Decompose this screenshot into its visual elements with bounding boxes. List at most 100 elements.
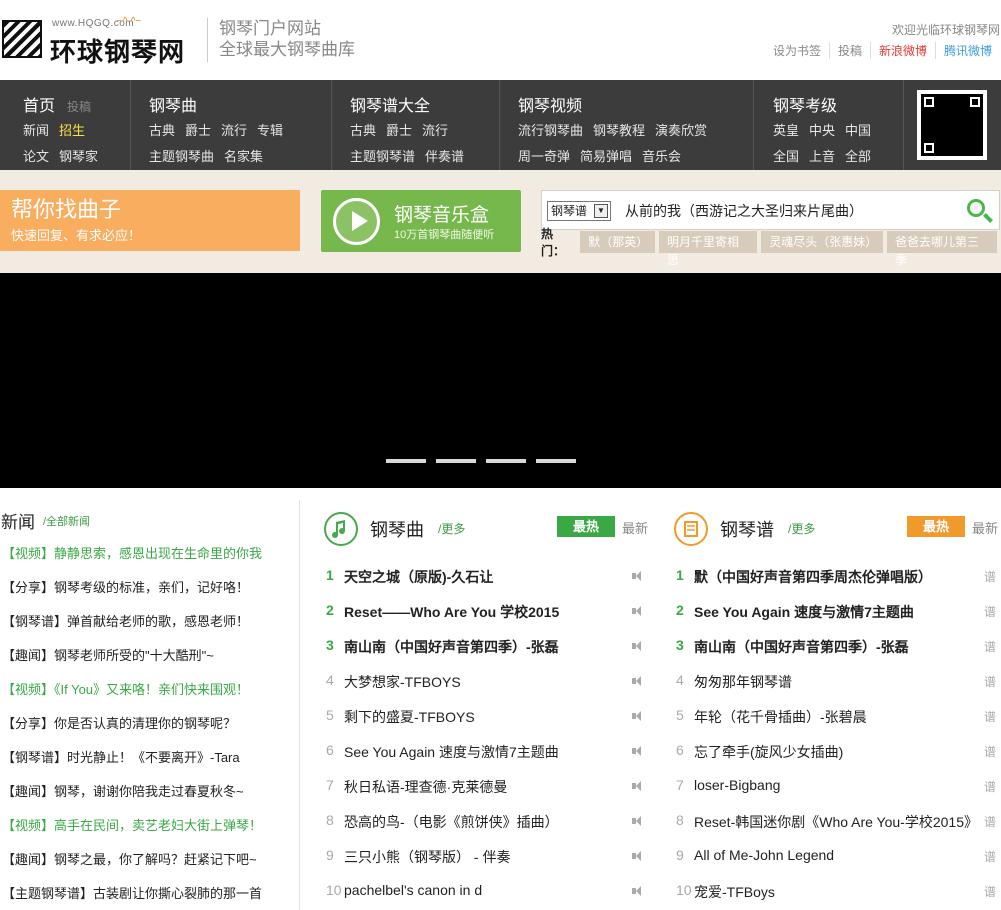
speaker-icon[interactable] [632, 606, 644, 616]
bookmark-link[interactable]: 设为书签 [765, 42, 829, 59]
list-item[interactable]: 9 三只小熊（钢琴版） - 伴奏 [324, 847, 654, 867]
item-title[interactable]: 天空之城（原版)-久石让 [344, 567, 493, 587]
speaker-icon[interactable] [632, 676, 644, 686]
item-title[interactable]: See You Again 速度与激情7主题曲 [344, 742, 559, 762]
list-item[interactable]: 1 天空之城（原版)-久石让 [324, 567, 654, 587]
nav-enroll[interactable]: 招生 [59, 123, 85, 138]
item-title[interactable]: 宠爱-TFBoys [694, 882, 775, 902]
nav-qu-title[interactable]: 钢琴曲 [149, 92, 330, 115]
piano-music-more-link[interactable]: /更多 [438, 520, 465, 537]
list-item[interactable]: 2 Reset——Who Are You 学校2015 [324, 602, 654, 622]
speaker-icon[interactable] [632, 746, 644, 756]
nav-pu-pop[interactable]: 流行 [422, 123, 448, 138]
item-title[interactable]: 南山南（中国好声音第四季）-张磊 [344, 637, 559, 657]
list-item[interactable]: 4 大梦想家-TFBOYS [324, 672, 654, 692]
site-logo[interactable]: www.HQGQ.com ~^-^~ 环球钢琴网 [0, 14, 200, 67]
news-item[interactable]: 【视频】静静思索，感恩出现在生命里的你我 [2, 543, 262, 562]
nav-pu-classic[interactable]: 古典 [350, 123, 376, 138]
item-title[interactable]: All of Me-John Legend [694, 847, 834, 863]
nav-home[interactable]: 首页 [23, 98, 55, 115]
nav-pu-title[interactable]: 钢琴谱大全 [350, 92, 498, 115]
nav-video-tutorial[interactable]: 钢琴教程 [593, 123, 645, 138]
nav-submit[interactable]: 投稿 [67, 100, 91, 114]
nav-qu-jazz[interactable]: 爵士 [185, 123, 211, 138]
item-title[interactable]: pachelbel's canon in d [344, 882, 482, 898]
list-item[interactable]: 3 南山南（中国好声音第四季）-张磊 谱 [674, 637, 1000, 657]
speaker-icon[interactable] [632, 781, 644, 791]
item-title[interactable]: Reset-韩国迷你剧《Who Are You-学校2015》 [694, 812, 978, 832]
list-item[interactable]: 10 pachelbel's canon in d [324, 882, 654, 902]
tab-newest[interactable]: 最新 [972, 518, 998, 537]
speaker-icon[interactable] [632, 816, 644, 826]
nav-qu-masters[interactable]: 名家集 [224, 149, 263, 164]
search-input[interactable]: 从前的我（西游记之大圣归来片尾曲） [625, 201, 863, 221]
nav-pianists[interactable]: 钢琴家 [59, 149, 98, 164]
speaker-icon[interactable] [632, 851, 644, 861]
list-item[interactable]: 1 默（中国好声音第四季周杰伦弹唱版） 谱 [674, 567, 1000, 587]
list-item[interactable]: 6 See You Again 速度与激情7主题曲 [324, 742, 654, 762]
nav-video-easy[interactable]: 简易弹唱 [580, 149, 632, 164]
nav-qu-album[interactable]: 专辑 [257, 123, 283, 138]
list-item[interactable]: 2 See You Again 速度与激情7主题曲 谱 [674, 602, 1000, 622]
tab-hottest[interactable]: 最热 [907, 516, 965, 537]
music-box-button[interactable]: 钢琴音乐盒 10万首钢琴曲随便听 [321, 190, 521, 252]
item-title[interactable]: 大梦想家-TFBOYS [344, 672, 461, 692]
slide-indicator[interactable] [536, 459, 576, 463]
find-tune-banner[interactable]: 帮你找曲子 快速回复、有求必应！ [0, 190, 300, 251]
hot-tag[interactable]: 灵魂尽头（张惠妹） [761, 231, 884, 253]
news-item[interactable]: 【主题钢琴谱】古装剧让你撕心裂肺的那一首 [2, 883, 262, 902]
list-item[interactable]: 4 匆匆那年钢琴谱 谱 [674, 672, 1000, 692]
nav-papers[interactable]: 论文 [23, 149, 49, 164]
nav-qu-pop[interactable]: 流行 [221, 123, 247, 138]
tencent-weibo-link[interactable]: 腾讯微博 [934, 42, 1000, 59]
sina-weibo-link[interactable]: 新浪微博 [869, 42, 935, 59]
item-title[interactable]: 秋日私语-理查德·克莱德曼 [344, 777, 507, 797]
item-title[interactable]: 年轮（花千骨插曲）-张碧晨 [694, 707, 867, 727]
hot-tag[interactable]: 爸爸去哪儿第三季 [887, 231, 998, 267]
tab-newest[interactable]: 最新 [622, 518, 648, 537]
slide-indicator[interactable] [386, 459, 426, 463]
news-item[interactable]: 【钢琴谱】时光静止！《不要离开》-Tara [2, 747, 240, 766]
item-title[interactable]: loser-Bigbang [694, 777, 780, 793]
list-item[interactable]: 5 剩下的盛夏-TFBOYS [324, 707, 654, 727]
news-item[interactable]: 【趣闻】钢琴，谢谢你陪我走过春夏秋冬~ [2, 781, 244, 800]
list-item[interactable]: 3 南山南（中国好声音第四季）-张磊 [324, 637, 654, 657]
search-icon[interactable] [967, 199, 985, 217]
hot-tag[interactable]: 默（那英） [580, 231, 656, 253]
speaker-icon[interactable] [632, 711, 644, 721]
news-item[interactable]: 【视频】《If You》又来咯！亲们快来围观！ [2, 679, 249, 698]
item-title[interactable]: 默（中国好声音第四季周杰伦弹唱版） [694, 567, 932, 587]
nav-qu-classic[interactable]: 古典 [149, 123, 175, 138]
list-item[interactable]: 6 忘了牵手(旋风少女插曲) 谱 [674, 742, 1000, 762]
nav-grade-central[interactable]: 中央 [809, 123, 835, 138]
nav-video-performance[interactable]: 演奏欣赏 [655, 123, 707, 138]
nav-pu-jazz[interactable]: 爵士 [386, 123, 412, 138]
nav-grade-china[interactable]: 中国 [845, 123, 871, 138]
item-title[interactable]: 忘了牵手(旋风少女插曲) [694, 742, 843, 762]
hot-tag[interactable]: 明月千里寄相思 [659, 231, 758, 267]
item-title[interactable]: 匆匆那年钢琴谱 [694, 672, 792, 692]
nav-video-monday[interactable]: 周一奇弹 [518, 149, 570, 164]
nav-grade-title[interactable]: 钢琴考级 [773, 92, 903, 115]
nav-grade-shanghai[interactable]: 上音 [809, 149, 835, 164]
item-title[interactable]: 恐高的鸟-（电影《煎饼侠》插曲） [344, 812, 559, 832]
news-item[interactable]: 【分享】你是否认真的清理你的钢琴呢？ [2, 713, 236, 732]
item-title[interactable]: 剩下的盛夏-TFBOYS [344, 707, 475, 727]
news-item[interactable]: 【趣闻】钢琴老师所受的"十大酷刑"~ [2, 645, 214, 664]
item-title[interactable]: 三只小熊（钢琴版） - 伴奏 [344, 847, 510, 867]
sheet-music-more-link[interactable]: /更多 [788, 520, 815, 537]
speaker-icon[interactable] [632, 886, 644, 896]
submit-link[interactable]: 投稿 [828, 42, 870, 59]
nav-grade-all[interactable]: 全部 [845, 149, 871, 164]
nav-grade-abrsm[interactable]: 英皇 [773, 123, 799, 138]
nav-grade-national[interactable]: 全国 [773, 149, 799, 164]
news-item[interactable]: 【钢琴谱】弹首献给老师的歌，感恩老师！ [2, 611, 249, 630]
list-item[interactable]: 7 秋日私语-理查德·克莱德曼 [324, 777, 654, 797]
list-item[interactable]: 7 loser-Bigbang 谱 [674, 777, 1000, 797]
list-item[interactable]: 10 宠爱-TFBoys 谱 [674, 882, 1000, 902]
nav-pu-accomp[interactable]: 伴奏谱 [425, 149, 464, 164]
news-item[interactable]: 【趣闻】钢琴之最，你了解吗？赶紧记下吧~ [2, 849, 257, 868]
nav-video-pop[interactable]: 流行钢琴曲 [518, 123, 583, 138]
speaker-icon[interactable] [632, 641, 644, 651]
list-item[interactable]: 5 年轮（花千骨插曲）-张碧晨 谱 [674, 707, 1000, 727]
